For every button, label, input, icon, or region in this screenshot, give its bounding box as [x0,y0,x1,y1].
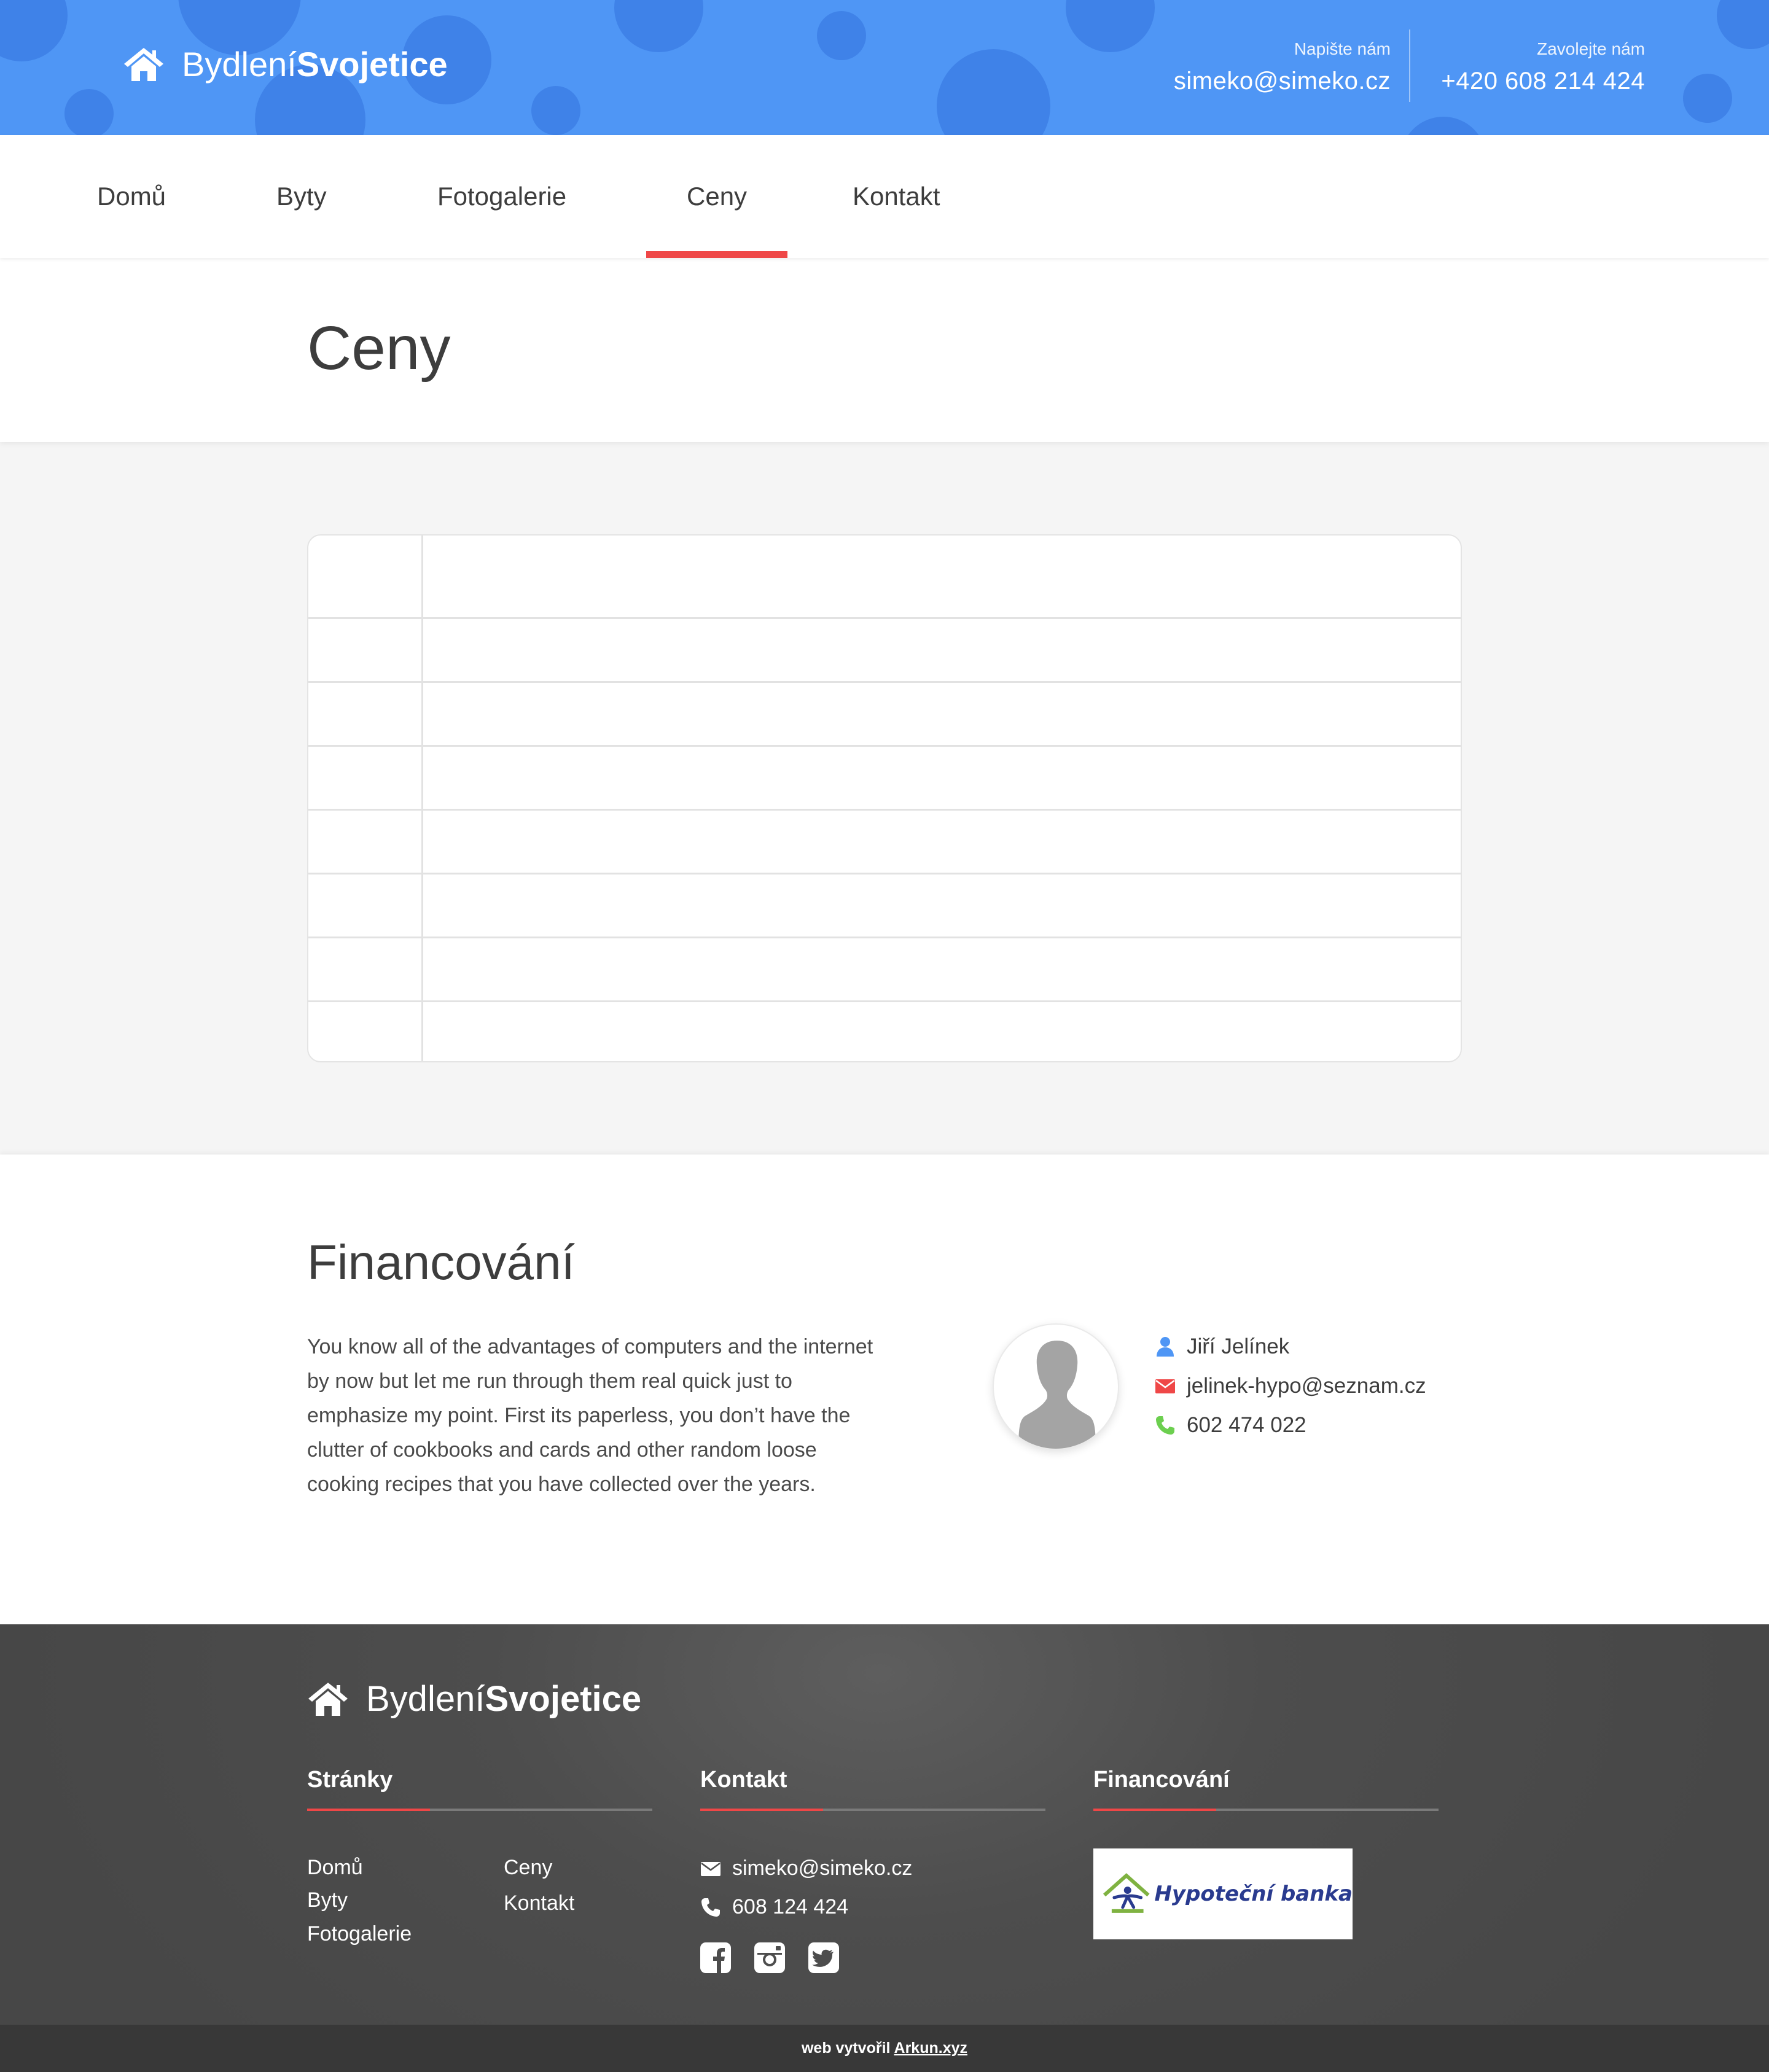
header-phone-label: Zavolejte nám [1537,39,1645,58]
header-phone-link[interactable]: +420 608 214 424 [1441,68,1645,95]
brand-name-light: Bydlení [182,45,297,84]
contact-email-link[interactable]: jelinek-hypo@seznam.cz [1187,1374,1426,1398]
decor-bubble [64,89,114,135]
table-column-divider [421,536,423,1061]
financing-title: Financování [307,1235,575,1290]
footer-link-byty[interactable]: Byty [307,1888,348,1912]
footer-contact-title: Kontakt [700,1767,787,1793]
financing-contact-email: jelinek-hypo@seznam.cz [1155,1374,1426,1398]
footer-pages-underline [307,1809,652,1811]
financing-text: You know all of the advantages of comput… [307,1335,873,1496]
footer-phone-link[interactable]: 608 124 424 [732,1895,848,1919]
footer-contact-underline [700,1809,1045,1811]
nav-item-ceny[interactable]: Ceny [646,135,788,258]
nav-item-byty[interactable]: Byty [276,135,327,258]
footer-contact-email: simeko@simeko.cz [700,1856,912,1880]
decor-bubble [937,49,1050,135]
footer-financing-underline [1093,1809,1439,1811]
hypotecni-banka-logo[interactable]: Hypoteční banka [1093,1848,1353,1939]
table-row [308,536,1461,619]
decor-bubble [1683,74,1732,123]
footer-contact-phone: 608 124 424 [700,1895,848,1919]
footer: Bydlení Svojetice Stránky Domů Byty Fotog… [0,1624,1769,2025]
decor-bubble [614,0,703,52]
decor-bubble [531,86,580,135]
footer-pages-title: Stránky [307,1767,393,1793]
top-bar: Bydlení Svojetice Napište nám simeko@sime… [0,0,1769,135]
contact-name: Jiří Jelínek [1187,1334,1290,1358]
financing-section: Financování You know all of the advantag… [0,1155,1769,1624]
table-row [308,938,1461,1002]
person-silhouette-icon [1018,1341,1096,1449]
page-title: Ceny [307,314,451,383]
price-table [307,534,1462,1062]
header-phone-block: Zavolejte nám +420 608 214 424 [1441,39,1645,95]
nav-item-kontakt[interactable]: Kontakt [853,135,940,258]
phone-icon [1156,1416,1174,1435]
decor-bubble [0,0,68,61]
financing-contact-phone: 602 474 022 [1155,1413,1306,1438]
table-row [308,811,1461,874]
footer-email-link[interactable]: simeko@simeko.cz [732,1856,912,1880]
table-row [308,619,1461,683]
avatar [993,1323,1119,1450]
page-title-band: Ceny [0,258,1769,442]
header-email-block: Napište nám simeko@simeko.cz [1174,39,1391,95]
brand-logo[interactable]: Bydlení Svojetice [123,44,448,84]
table-row [308,1002,1461,1061]
footer-link-kontakt[interactable]: Kontakt [504,1891,574,1915]
envelope-icon [701,1861,720,1876]
footer-brand-logo[interactable]: Bydlení Svojetice [307,1678,641,1720]
decor-bubble [1717,0,1769,49]
bank-name: Hypoteční banka [1154,1882,1353,1906]
bank-logo-icon [1103,1873,1150,1913]
home-icon [308,1682,348,1716]
table-row [308,683,1461,747]
nav-item-fotogalerie[interactable]: Fotogalerie [437,135,566,258]
financing-contact-name: Jiří Jelínek [1155,1334,1289,1359]
brand-name-bold: Svojetice [296,45,448,84]
home-icon [124,47,163,81]
user-icon [1157,1337,1174,1357]
decor-bubble [1066,0,1155,52]
footer-link-fotogalerie[interactable]: Fotogalerie [307,1922,412,1946]
contact-phone-link[interactable]: 602 474 022 [1187,1413,1306,1438]
credits-link[interactable]: Arkun.xyz [894,2039,967,2057]
header-email-link[interactable]: simeko@simeko.cz [1174,68,1391,95]
credits-prefix: web vytvořil [801,2039,891,2057]
decor-bubble [1400,117,1486,135]
footer-link-domu[interactable]: Domů [307,1856,363,1880]
nav-item-domu[interactable]: Domů [97,135,166,258]
facebook-icon[interactable] [700,1942,731,1973]
decor-bubble [817,11,866,60]
main-nav: Domů Byty Fotogalerie Ceny Kontakt [0,135,1769,258]
footer-financing-title: Financování [1093,1767,1230,1793]
footer-link-ceny[interactable]: Ceny [504,1856,552,1880]
header-divider [1409,29,1410,102]
envelope-icon [1155,1379,1175,1393]
credits-bar: web vytvořil Arkun.xyz [0,2025,1769,2072]
table-row [308,747,1461,811]
table-row [308,874,1461,938]
twitter-icon[interactable] [808,1942,839,1973]
brand-name-light: Bydlení [366,1679,485,1719]
phone-icon [701,1898,720,1917]
brand-name-bold: Svojetice [485,1679,642,1719]
instagram-icon[interactable] [754,1942,785,1973]
header-email-label: Napište nám [1294,39,1391,58]
